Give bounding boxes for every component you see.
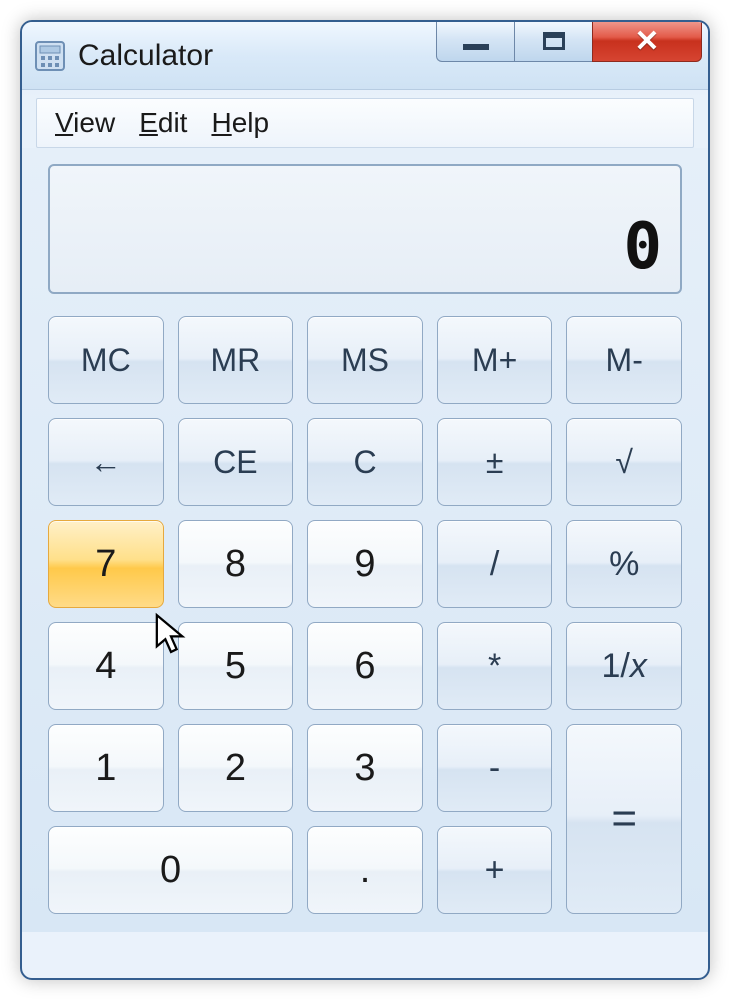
menu-edit[interactable]: Edit <box>139 107 187 139</box>
add-button[interactable]: + <box>437 826 553 914</box>
multiply-button[interactable]: * <box>437 622 553 710</box>
calculator-icon <box>34 40 66 72</box>
digit-0-button[interactable]: 0 <box>48 826 293 914</box>
maximize-button[interactable] <box>514 20 592 62</box>
memory-recall-button[interactable]: MR <box>178 316 294 404</box>
digit-4-button[interactable]: 4 <box>48 622 164 710</box>
menu-help[interactable]: Help <box>211 107 269 139</box>
close-icon: ✕ <box>634 24 659 59</box>
digit-2-button[interactable]: 2 <box>178 724 294 812</box>
memory-clear-button[interactable]: MC <box>48 316 164 404</box>
close-button[interactable]: ✕ <box>592 20 702 62</box>
memory-store-button[interactable]: MS <box>307 316 423 404</box>
memory-add-button[interactable]: M+ <box>437 316 553 404</box>
digit-7-button[interactable]: 7 <box>48 520 164 608</box>
digit-5-button[interactable]: 5 <box>178 622 294 710</box>
digit-6-button[interactable]: 6 <box>307 622 423 710</box>
clear-entry-button[interactable]: CE <box>178 418 294 506</box>
digit-3-button[interactable]: 3 <box>307 724 423 812</box>
menu-view[interactable]: View <box>55 107 115 139</box>
clear-button[interactable]: C <box>307 418 423 506</box>
minimize-button[interactable] <box>436 20 514 62</box>
sqrt-button[interactable]: √ <box>566 418 682 506</box>
decimal-button[interactable]: . <box>307 826 423 914</box>
backspace-button[interactable]: ← <box>48 418 164 506</box>
subtract-button[interactable]: - <box>437 724 553 812</box>
digit-1-button[interactable]: 1 <box>48 724 164 812</box>
window-title: Calculator <box>78 39 436 73</box>
digit-9-button[interactable]: 9 <box>307 520 423 608</box>
keypad: MC MR MS M+ M- ← CE C ± √ 7 8 9 / % 4 5 … <box>48 316 682 914</box>
negate-button[interactable]: ± <box>437 418 553 506</box>
minimize-icon <box>463 44 489 50</box>
menubar: View Edit Help <box>36 98 694 148</box>
calculator-window: Calculator ✕ View Edit Help 0 MC MR MS M… <box>20 20 710 980</box>
window-controls: ✕ <box>436 20 702 62</box>
memory-subtract-button[interactable]: M- <box>566 316 682 404</box>
maximize-icon <box>543 32 565 50</box>
digit-8-button[interactable]: 8 <box>178 520 294 608</box>
percent-button[interactable]: % <box>566 520 682 608</box>
titlebar[interactable]: Calculator ✕ <box>22 22 708 90</box>
equals-button[interactable]: = <box>566 724 682 914</box>
calculator-body: 0 MC MR MS M+ M- ← CE C ± √ 7 8 9 / % 4 … <box>22 148 708 932</box>
reciprocal-button[interactable]: 1/x <box>566 622 682 710</box>
display: 0 <box>48 164 682 294</box>
divide-button[interactable]: / <box>437 520 553 608</box>
